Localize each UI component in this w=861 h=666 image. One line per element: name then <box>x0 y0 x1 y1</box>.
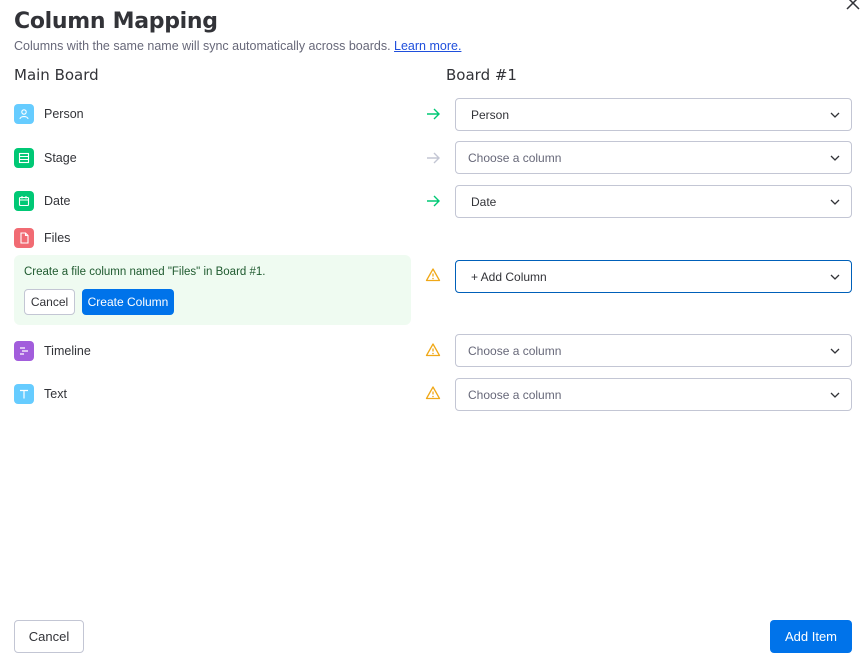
timeline-icon <box>14 341 34 361</box>
close-button[interactable] <box>844 0 861 12</box>
column-row-files: Files <box>14 228 70 248</box>
select-placeholder: Choose a column <box>468 150 562 165</box>
column-row-stage: Stage <box>14 148 77 168</box>
notice-cancel-button[interactable]: Cancel <box>24 289 75 315</box>
matched-arrow-icon <box>424 192 442 210</box>
person-icon <box>14 104 34 124</box>
chevron-down-icon <box>830 112 840 118</box>
column-name: Timeline <box>44 344 91 358</box>
chevron-down-icon <box>830 392 840 398</box>
file-icon <box>14 228 34 248</box>
create-column-notice: Create a file column named "Files" in Bo… <box>14 255 411 325</box>
add-item-button[interactable]: Add Item <box>770 620 852 653</box>
chevron-down-icon <box>830 155 840 161</box>
column-name: Stage <box>44 151 77 165</box>
main-board-header: Main Board <box>14 66 99 84</box>
chevron-down-icon <box>830 199 840 205</box>
dialog-subtitle: Columns with the same name will sync aut… <box>14 39 461 53</box>
select-value: Person <box>471 107 510 122</box>
column-name: Date <box>44 194 71 208</box>
column-select-date[interactable]: Date <box>455 185 852 218</box>
select-placeholder: Choose a column <box>468 387 562 402</box>
select-placeholder: Choose a column <box>468 343 562 358</box>
calendar-icon <box>14 191 34 211</box>
matched-arrow-icon <box>424 105 442 123</box>
column-select-person[interactable]: Person <box>455 98 852 131</box>
target-board-header: Board #1 <box>446 66 517 84</box>
column-select-text[interactable]: Choose a column <box>455 378 852 411</box>
warning-icon <box>424 384 442 402</box>
subtitle-text: Columns with the same name will sync aut… <box>14 39 391 53</box>
column-name: Person <box>44 107 84 121</box>
text-icon <box>14 384 34 404</box>
column-name: Files <box>44 231 71 245</box>
column-select-files[interactable]: + Add Column <box>455 260 852 293</box>
column-row-timeline: Timeline <box>14 341 91 361</box>
select-value: + Add Column <box>471 269 547 284</box>
warning-icon <box>424 266 442 284</box>
column-row-person: Person <box>14 104 84 124</box>
chevron-down-icon <box>830 274 840 280</box>
unmapped-arrow-icon <box>424 149 442 167</box>
dialog-title: Column Mapping <box>14 9 218 34</box>
create-column-button[interactable]: Create Column <box>82 289 174 315</box>
notice-text: Create a file column named "Files" in Bo… <box>24 266 266 278</box>
column-name: Text <box>44 387 67 401</box>
close-icon <box>846 0 860 10</box>
list-icon <box>14 148 34 168</box>
column-select-timeline[interactable]: Choose a column <box>455 334 852 367</box>
chevron-down-icon <box>830 348 840 354</box>
column-row-text: Text <box>14 384 67 404</box>
column-select-stage[interactable]: Choose a column <box>455 141 852 174</box>
learn-more-link[interactable]: Learn more. <box>394 39 461 53</box>
select-value: Date <box>471 194 497 209</box>
warning-icon <box>424 341 442 359</box>
column-row-date: Date <box>14 191 70 211</box>
cancel-button[interactable]: Cancel <box>14 620 84 653</box>
